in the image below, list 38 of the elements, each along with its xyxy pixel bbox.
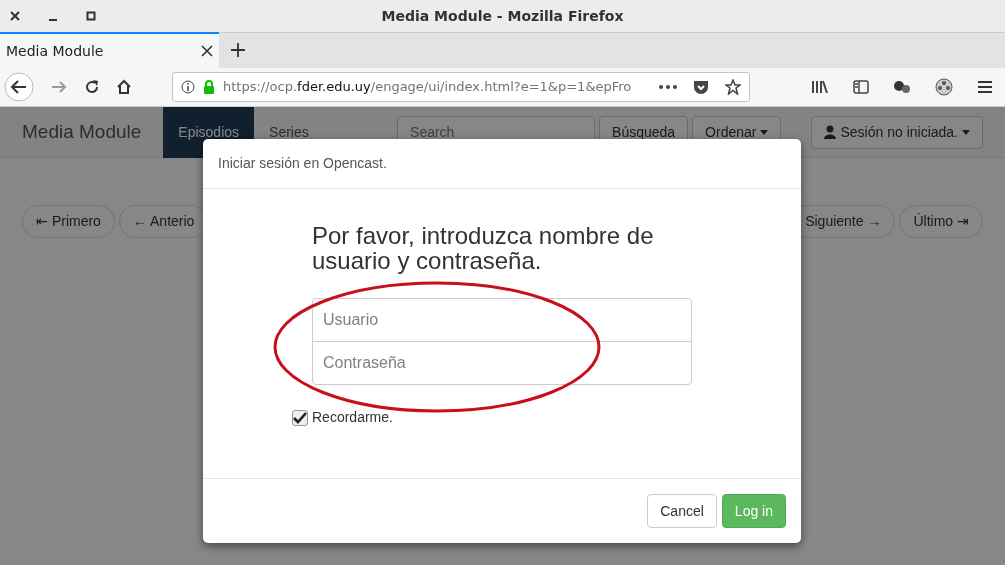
cancel-button[interactable]: Cancel [647,494,717,528]
browser-tab[interactable]: Media Module [0,32,219,68]
info-icon[interactable] [181,80,195,94]
caret-icon [962,129,970,135]
extension-icon[interactable] [893,80,911,94]
close-tab-icon[interactable] [201,45,213,57]
user-icon [824,125,837,139]
close-icon[interactable] [8,9,22,23]
back-icon[interactable] [4,72,34,102]
address-bar[interactable]: https://ocp.fder.edu.uy/engage/ui/index.html?e=1&p=1&epFro [172,72,750,102]
dialog-heading: Por favor, introduzca nombre de usuario y contraseña. [312,223,655,273]
caret-icon [760,129,769,135]
film-reel-icon[interactable] [935,78,953,96]
pocket-icon[interactable] [693,79,709,95]
brand-title[interactable]: Media Module [0,117,164,147]
url-text: https://ocp.fder.edu.uy/engage/ui/index.html?e=1&p=1&epFro [223,78,632,97]
input-field[interactable]: Usuario [312,298,692,342]
star-icon[interactable] [725,79,741,95]
check-icon [293,411,307,424]
user-menu-button[interactable]: Sesión no iniciada. [811,115,983,149]
more-icon[interactable] [659,85,677,89]
login-button[interactable]: Log in [721,494,786,528]
tab-title: Media Module [6,41,104,61]
pager-button[interactable]: Último ⇥ [899,205,983,238]
library-icon[interactable] [811,80,829,94]
menu-icon[interactable] [977,80,993,94]
input-field[interactable]: Contraseña [312,341,692,385]
reload-icon[interactable] [84,79,100,95]
lock-icon [203,80,215,94]
remember-checkbox[interactable] [292,409,308,426]
maximize-icon[interactable] [84,9,98,23]
remember-label: Recordarme. [312,408,393,427]
new-tab-icon[interactable] [231,43,245,57]
pager-button[interactable]: ⇤ Primero [22,205,115,238]
forward-icon[interactable] [50,79,68,95]
sidebar-icon[interactable] [853,80,869,94]
home-icon[interactable] [116,79,132,95]
window-title: Media Module - Mozilla Firefox [381,6,624,26]
